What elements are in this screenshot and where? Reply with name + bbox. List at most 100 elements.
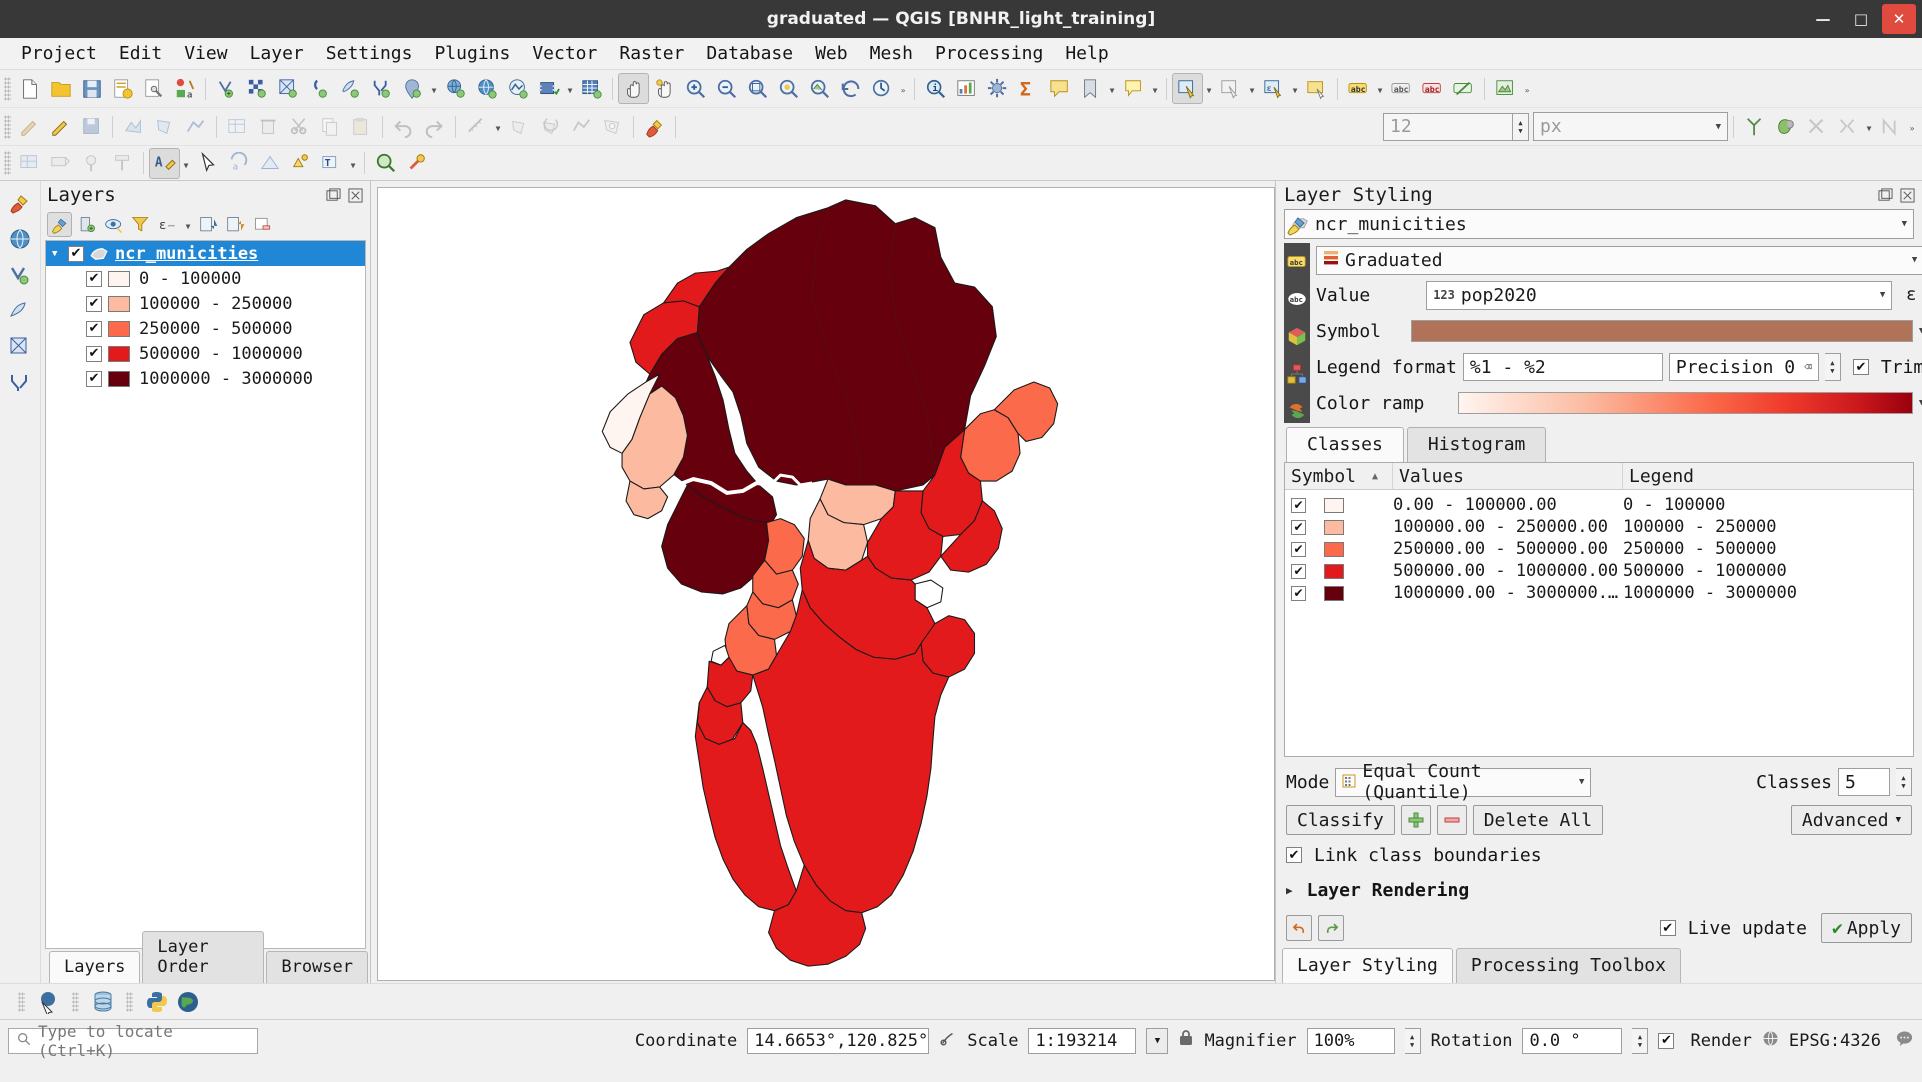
maximize-button[interactable]: □ <box>1844 4 1878 34</box>
select-expr-dropdown-icon[interactable]: ▼ <box>1289 73 1301 104</box>
more-tools-icon[interactable]: ▼ <box>1149 73 1161 104</box>
add-vector-layer-icon[interactable] <box>397 73 428 104</box>
row-color-swatch[interactable] <box>1324 541 1344 557</box>
rotate-feature-icon[interactable] <box>535 111 566 142</box>
open-data-source-manager-icon[interactable] <box>7 225 34 252</box>
legend-class-row[interactable]: ✔ 500000 - 1000000 <box>46 341 365 366</box>
tab-histogram[interactable]: Histogram <box>1406 427 1547 462</box>
save-project-icon[interactable] <box>76 73 107 104</box>
new-spatialite-layer-icon[interactable] <box>304 73 335 104</box>
legend-class-row[interactable]: ✔ 250000 - 500000 <box>46 316 365 341</box>
chevron-right-icon[interactable]: ▶ <box>1286 884 1293 897</box>
copy-features-icon[interactable] <box>315 111 346 142</box>
simplify-feature-icon[interactable] <box>566 111 597 142</box>
classify-button[interactable]: Classify <box>1286 805 1395 835</box>
delete-selected-icon[interactable] <box>253 111 284 142</box>
menu-view[interactable]: View <box>173 40 238 67</box>
qgis-cursor-icon[interactable] <box>33 986 64 1017</box>
toolbar-overflow-icon[interactable]: » <box>1906 111 1918 142</box>
undock-icon[interactable] <box>325 187 342 204</box>
merge-features-icon[interactable] <box>1770 111 1801 142</box>
close-icon[interactable] <box>347 187 364 204</box>
row-color-swatch[interactable] <box>1324 497 1344 513</box>
col-values[interactable]: Values <box>1393 463 1623 490</box>
show-tips-icon[interactable] <box>1118 73 1149 104</box>
font-size-input[interactable]: 12 <box>1383 112 1513 141</box>
tab-layer-styling[interactable]: Layer Styling <box>1282 948 1453 983</box>
add-wfs-layer-icon[interactable] <box>502 73 533 104</box>
expand-all-icon[interactable] <box>196 212 221 237</box>
live-update-checkbox[interactable]: ✔ <box>1659 920 1676 936</box>
zoom-to-selection-icon[interactable] <box>773 73 804 104</box>
masks-tab-icon[interactable]: abc <box>1284 287 1310 311</box>
menu-help[interactable]: Help <box>1054 40 1119 67</box>
layer-tree[interactable]: ▼ ✔ ncr_municities ✔ 0 - 100000 ✔ 100000… <box>45 240 366 949</box>
split-features-icon[interactable] <box>1739 111 1770 142</box>
offset-curve-icon[interactable] <box>1875 111 1906 142</box>
magnifier-spinner[interactable]: ▲ ▼ <box>1404 1027 1421 1054</box>
zoom-out-icon[interactable] <box>711 73 742 104</box>
redo-style-button[interactable] <box>1318 915 1344 941</box>
show-pinned-labels-icon[interactable]: abc <box>1386 73 1417 104</box>
mode-select[interactable]: Equal Count (Quantile) ▼ <box>1335 761 1592 803</box>
highlight-label-icon[interactable] <box>285 148 316 179</box>
measure-dropdown-icon[interactable]: ▼ <box>492 111 504 142</box>
row-checkbox[interactable]: ✔ <box>1291 541 1306 557</box>
new-print-layout-icon[interactable] <box>138 73 169 104</box>
lock-scale-icon[interactable] <box>1178 1029 1194 1052</box>
font-size-spinner[interactable]: ▲ ▼ <box>1513 112 1529 141</box>
clear-icon[interactable]: ⌫ <box>1804 360 1812 375</box>
tab-classes[interactable]: Classes <box>1286 427 1404 462</box>
add-raster-layer-sidebar-icon[interactable] <box>7 297 34 324</box>
toolbar-grip[interactable] <box>4 76 11 101</box>
add-xyz-layer-icon[interactable] <box>471 73 502 104</box>
expression-filter-icon[interactable]: ε <box>155 212 180 237</box>
map-canvas[interactable] <box>377 187 1275 981</box>
class-color-swatch[interactable] <box>108 295 130 312</box>
new-virtual-layer-icon[interactable] <box>366 73 397 104</box>
decorations-more-icon[interactable]: » <box>1521 73 1533 104</box>
link-class-boundaries-row[interactable]: ✔ Link class boundaries <box>1276 839 1922 871</box>
label-text-icon[interactable]: T <box>316 148 347 179</box>
actions-tab-icon[interactable] <box>1284 399 1310 423</box>
vertex-tool-icon[interactable] <box>180 111 211 142</box>
symbology-tab-icon[interactable] <box>1284 213 1310 237</box>
coordinate-capture-icon[interactable] <box>939 1029 957 1052</box>
locator-search-input[interactable]: Type to locate (Ctrl+K) <box>8 1022 258 1060</box>
remove-layer-icon[interactable] <box>250 212 275 237</box>
statistical-summary-icon[interactable] <box>951 73 982 104</box>
value-field-select[interactable]: 123 pop2020 ▼ <box>1426 280 1893 310</box>
zoom-in-icon[interactable] <box>680 73 711 104</box>
label-text-dropdown-icon[interactable]: ▼ <box>347 148 359 179</box>
delete-all-button[interactable]: Delete All <box>1472 805 1604 835</box>
measure-line-icon[interactable] <box>461 111 492 142</box>
precision-spinner[interactable]: ▲ ▼ <box>1824 353 1841 381</box>
tab-processing-toolbox[interactable]: Processing Toolbox <box>1455 948 1681 983</box>
labels-dropdown-icon[interactable]: ▼ <box>1374 73 1386 104</box>
rotation-value[interactable]: 0.0 ° <box>1522 1027 1623 1054</box>
rotate-label-icon[interactable]: a <box>223 148 254 179</box>
chevron-down-icon[interactable]: ▼ <box>52 249 68 259</box>
show-map-tips-icon[interactable] <box>1044 73 1075 104</box>
crs-globe-icon[interactable] <box>1762 1030 1779 1052</box>
remove-class-button[interactable] <box>1436 805 1467 835</box>
expression-editor-icon[interactable]: ε <box>1898 282 1922 309</box>
menu-database[interactable]: Database <box>695 40 804 67</box>
plugin-grip[interactable] <box>18 991 25 1012</box>
class-visibility-checkbox[interactable]: ✔ <box>86 320 102 337</box>
renderer-select[interactable]: Graduated ▼ <box>1316 245 1922 275</box>
class-color-swatch[interactable] <box>108 345 130 362</box>
map-decorations-icon[interactable] <box>1490 73 1521 104</box>
menu-processing[interactable]: Processing <box>924 40 1054 67</box>
row-checkbox[interactable]: ✔ <box>1291 563 1306 579</box>
classes-count-spinner[interactable]: ▲ ▼ <box>1896 768 1912 796</box>
move-feature-icon[interactable] <box>504 111 535 142</box>
zoom-last-icon[interactable] <box>835 73 866 104</box>
current-edits-icon[interactable] <box>14 111 45 142</box>
link-class-boundaries-checkbox[interactable]: ✔ <box>1286 847 1302 863</box>
table-row[interactable]: ✔ 500000.00 - 1000000.00 500000 - 100000… <box>1285 560 1913 582</box>
add-delimited-text-sidebar-icon[interactable] <box>7 369 34 396</box>
menu-project[interactable]: Project <box>10 40 108 67</box>
pan-to-selection-icon[interactable] <box>649 73 680 104</box>
select-features-icon[interactable] <box>1172 73 1203 104</box>
